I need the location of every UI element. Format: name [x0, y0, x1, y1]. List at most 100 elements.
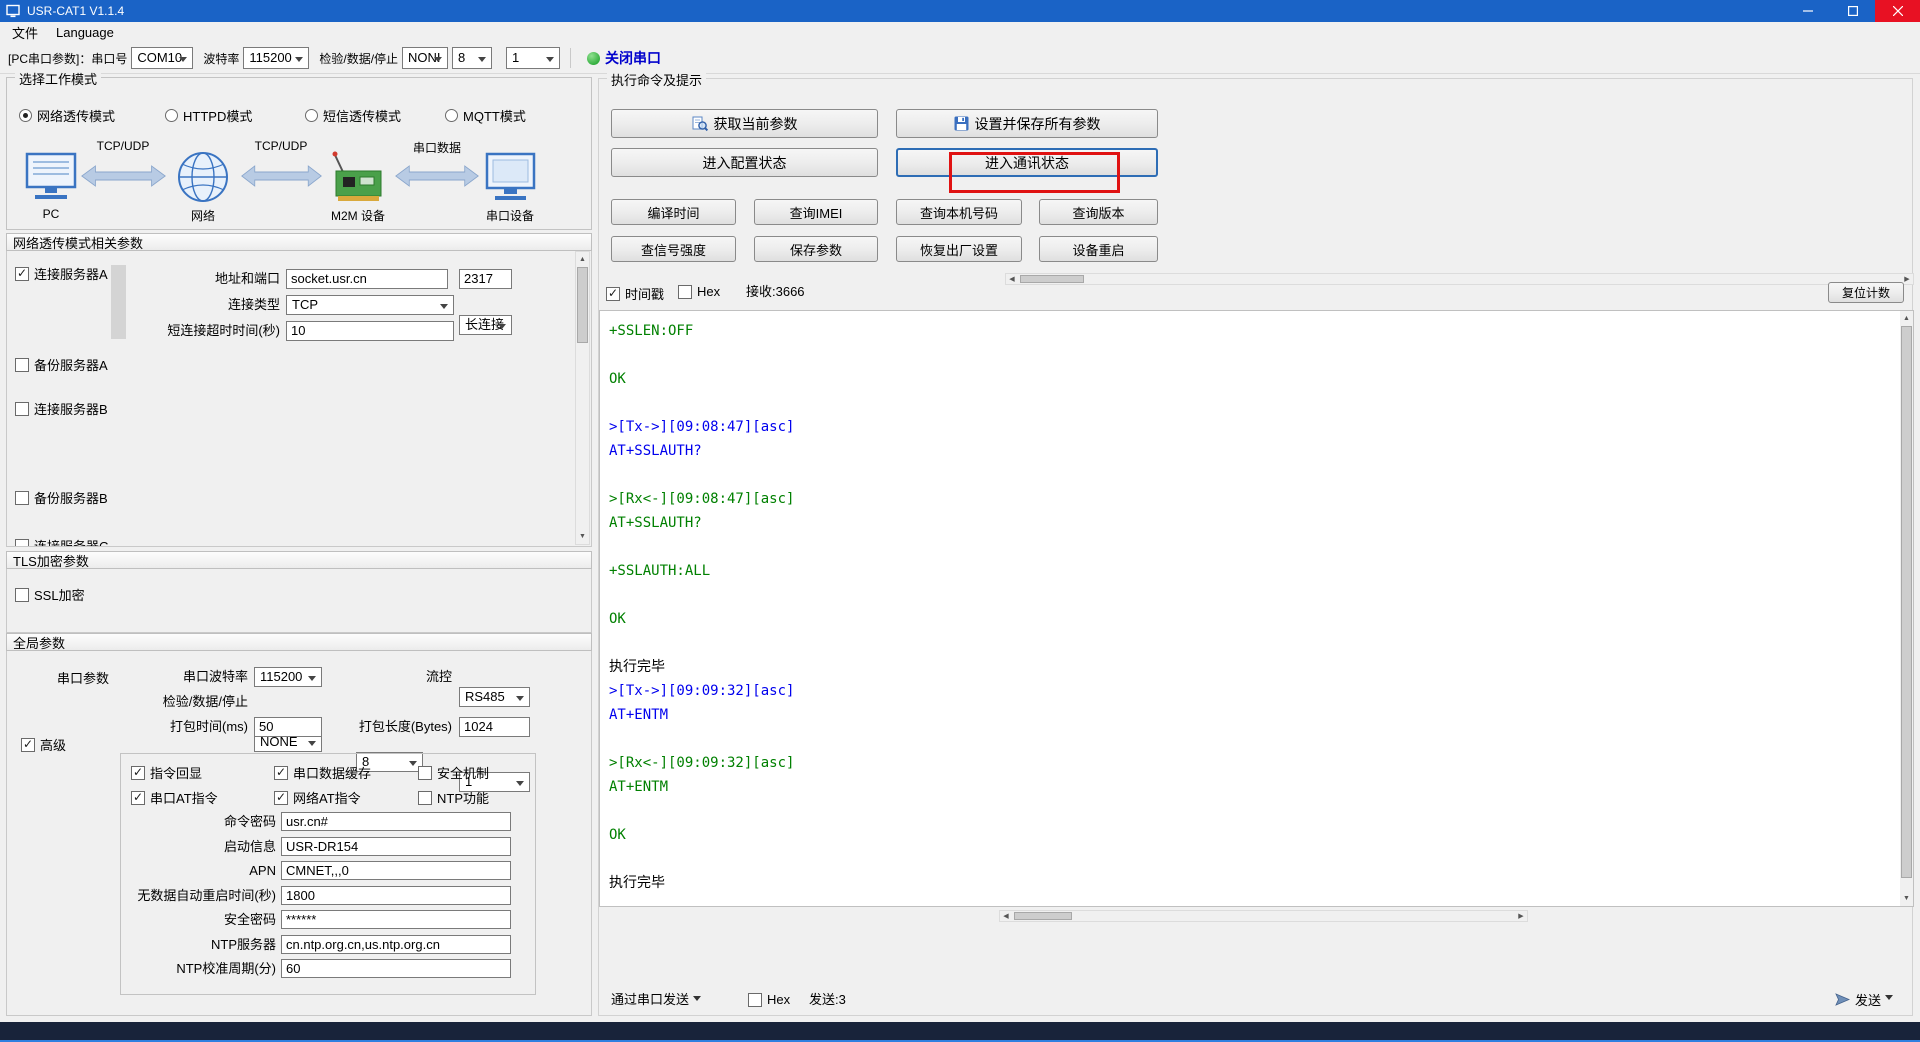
log-v-scrollbar[interactable]: ▲ ▼	[1900, 311, 1913, 906]
radio-sms[interactable]: 短信透传模式	[305, 106, 401, 125]
device-reboot-button[interactable]: 设备重启	[1039, 236, 1158, 262]
parity-select[interactable]: NONI	[402, 47, 448, 69]
tls-header: TLS加密参数	[6, 551, 592, 569]
server-b-checkbox[interactable]: 连接服务器B	[15, 399, 108, 418]
scroll-thumb[interactable]	[1020, 275, 1084, 283]
field-input[interactable]: 1800	[281, 886, 511, 905]
backup-b-checkbox[interactable]: 备份服务器B	[15, 488, 108, 507]
com-port-select[interactable]: COM10	[131, 47, 193, 69]
radio-httpd[interactable]: HTTPD模式	[165, 106, 252, 125]
send-hex-checkbox[interactable]: Hex	[748, 992, 790, 1007]
baud-select[interactable]: 115200	[243, 47, 309, 69]
field-input[interactable]: 60	[281, 959, 511, 978]
scroll-track[interactable]	[576, 267, 589, 529]
server-c-checkbox[interactable]: 连接服务器C	[15, 536, 108, 547]
serial-cache-checkbox[interactable]: 串口数据缓存	[274, 763, 371, 782]
radio-dot	[305, 109, 318, 122]
serial-baud-select[interactable]: 115200	[254, 667, 322, 687]
scroll-track[interactable]	[1018, 274, 1901, 284]
query-imei-button[interactable]: 查询IMEI	[754, 199, 878, 225]
flow-select[interactable]: RS485	[459, 687, 530, 707]
enter-config-button[interactable]: 进入配置状态	[611, 148, 878, 177]
checkbox-label: SSL加密	[34, 585, 85, 604]
query-number-button[interactable]: 查询本机号码	[896, 199, 1022, 225]
ssl-checkbox[interactable]: SSL加密	[15, 585, 85, 604]
packlen-label: 打包长度(Bytes)	[337, 717, 452, 737]
arrow-icon	[241, 164, 322, 188]
packlen-input[interactable]: 1024	[459, 717, 530, 737]
reset-count-button[interactable]: 复位计数	[1828, 282, 1904, 303]
close-button[interactable]	[1875, 0, 1920, 22]
field-input[interactable]: CMNET,,,0	[281, 861, 511, 880]
log-line: OK	[609, 367, 1893, 391]
bottom-h-scrollbar[interactable]: ◀ ▶	[999, 910, 1528, 922]
menu-file[interactable]: 文件	[4, 21, 46, 44]
menu-language[interactable]: Language	[48, 23, 122, 42]
server-a-port-input[interactable]: 2317	[459, 269, 512, 289]
get-params-button[interactable]: 获取当前参数	[611, 109, 878, 138]
top-h-scrollbar[interactable]: ◀ ▶	[1005, 273, 1914, 285]
maximize-button[interactable]	[1830, 0, 1875, 22]
radio-label: 短信透传模式	[323, 106, 401, 125]
safe-mech-checkbox[interactable]: 安全机制	[418, 763, 489, 782]
log-line	[609, 847, 1893, 871]
field-input[interactable]: usr.cn#	[281, 812, 511, 831]
scroll-up-arrow[interactable]: ▲	[1900, 311, 1913, 326]
cmd-echo-checkbox[interactable]: 指令回显	[131, 763, 202, 782]
scroll-down-arrow[interactable]: ▼	[1900, 891, 1913, 906]
scroll-right-arrow[interactable]: ▶	[1515, 911, 1527, 921]
short-timeout-input[interactable]: 10	[286, 321, 454, 341]
scroll-left-arrow[interactable]: ◀	[1000, 911, 1012, 921]
work-mode-title: 选择工作模式	[15, 69, 101, 88]
field-input[interactable]: USR-DR154	[281, 837, 511, 856]
backup-a-checkbox[interactable]: 备份服务器A	[15, 355, 108, 374]
scroll-thumb[interactable]	[577, 267, 588, 343]
save-settings-button[interactable]: 保存参数	[754, 236, 878, 262]
conn-mode-select[interactable]: 长连接	[459, 315, 512, 335]
conn-type-select[interactable]: TCP	[286, 295, 454, 315]
scroll-left-arrow[interactable]: ◀	[1006, 274, 1018, 284]
scroll-track[interactable]	[1012, 911, 1515, 921]
databits-select[interactable]: 8	[452, 47, 492, 69]
packtime-input[interactable]: 50	[254, 717, 322, 737]
radio-mqtt[interactable]: MQTT模式	[445, 106, 526, 125]
send-via-dropdown[interactable]: 通过串口发送	[611, 990, 701, 1010]
ntp-checkbox[interactable]: NTP功能	[418, 788, 489, 807]
field-input[interactable]: cn.ntp.org.cn,us.ntp.org.cn	[281, 935, 511, 954]
server-a-checkbox[interactable]: 连接服务器A	[15, 264, 108, 283]
close-port-button[interactable]: 关闭串口	[605, 48, 661, 68]
compile-time-button[interactable]: 编译时间	[611, 199, 736, 225]
button-label: 获取当前参数	[714, 114, 798, 134]
scroll-thumb[interactable]	[1014, 912, 1072, 920]
server-a-address-input[interactable]: socket.usr.cn	[286, 269, 448, 289]
checkbox-label: 串口数据缓存	[293, 763, 371, 782]
stopbits-select[interactable]: 1	[506, 47, 560, 69]
recv-hex-checkbox[interactable]: Hex	[678, 284, 720, 299]
baud-label: 波特率	[203, 50, 239, 67]
radio-label: HTTPD模式	[183, 106, 252, 125]
send-button[interactable]: 发送	[1835, 990, 1893, 1009]
factory-reset-button[interactable]: 恢复出厂设置	[896, 236, 1022, 262]
net-at-checkbox[interactable]: 网络AT指令	[274, 788, 361, 807]
app-icon	[6, 4, 20, 18]
checkbox-box	[606, 287, 620, 301]
save-params-button[interactable]: 设置并保存所有参数	[896, 109, 1158, 138]
radio-net-passthrough[interactable]: 网络透传模式	[19, 106, 115, 125]
minimize-button[interactable]	[1785, 0, 1830, 22]
scroll-thumb[interactable]	[1901, 326, 1912, 878]
field-label: 命令密码	[121, 812, 276, 831]
signal-strength-button[interactable]: 查信号强度	[611, 236, 736, 262]
timestamp-checkbox[interactable]: 时间戳	[606, 284, 664, 303]
log-area[interactable]: +SSLEN:OFF OK >[Tx->][09:08:47][asc]AT+S…	[599, 310, 1914, 907]
advanced-checkbox[interactable]: 高级	[21, 735, 66, 754]
scroll-up-arrow[interactable]: ▲	[576, 252, 589, 267]
field-input[interactable]: ******	[281, 910, 511, 929]
scroll-track[interactable]	[1900, 326, 1913, 891]
net-params-scrollbar[interactable]: ▲ ▼	[575, 251, 590, 545]
serial-at-checkbox[interactable]: 串口AT指令	[131, 788, 218, 807]
query-version-button[interactable]: 查询版本	[1039, 199, 1158, 225]
log-line: AT+ENTM	[609, 775, 1893, 799]
scroll-down-arrow[interactable]: ▼	[576, 529, 589, 544]
radio-dot	[19, 109, 32, 122]
titlebar: USR-CAT1 V1.1.4	[0, 0, 1920, 22]
